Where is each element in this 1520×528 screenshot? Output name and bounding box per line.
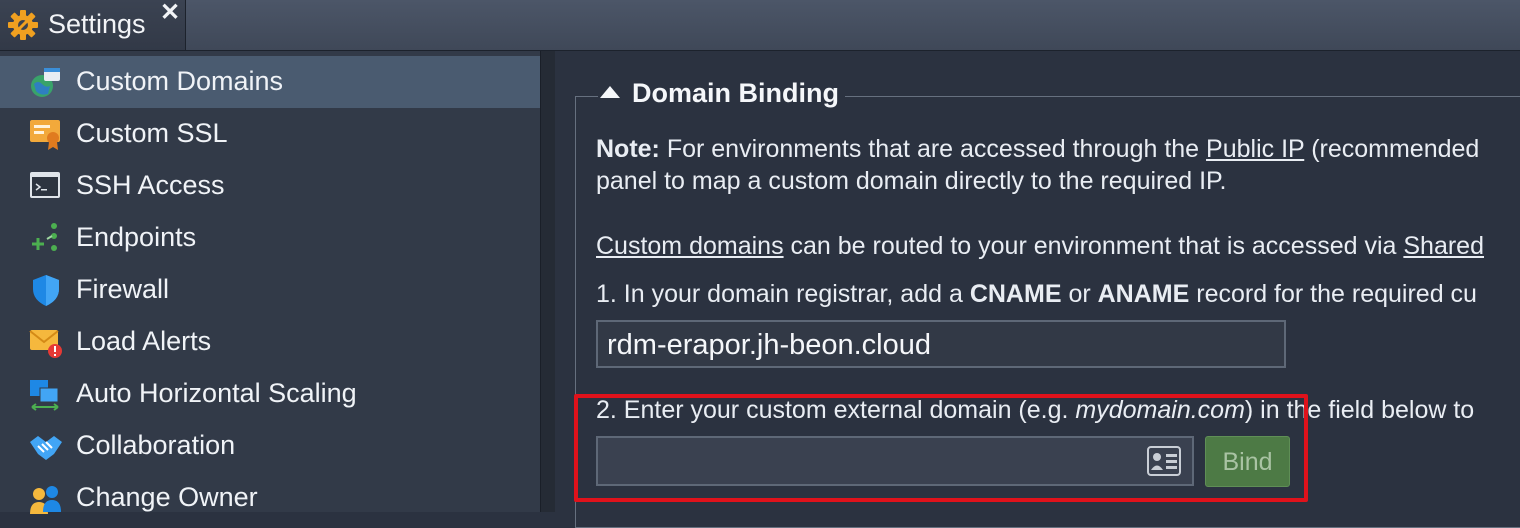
sidebar-item-label: Change Owner: [76, 482, 258, 512]
sidebar-item-custom-domains[interactable]: Custom Domains: [0, 56, 540, 108]
sidebar-item-firewall[interactable]: Firewall: [0, 264, 540, 316]
sidebar-item-custom-ssl[interactable]: Custom SSL: [0, 108, 540, 160]
note-line-2: panel to map a custom domain directly to…: [596, 167, 1227, 195]
sidebar-item-label: Auto Horizontal Scaling: [76, 378, 357, 408]
users-icon: [30, 486, 61, 514]
terminal-icon: [30, 172, 60, 198]
gear-icon: [8, 10, 38, 40]
tab-settings[interactable]: Settings ✕: [0, 0, 186, 50]
sidebar-item-label: Firewall: [76, 274, 170, 304]
tab-title: Settings: [48, 9, 146, 39]
globe-domain-icon: [31, 68, 60, 97]
cname-value-field[interactable]: rdm-erapor.jh-beon.cloud: [596, 320, 1286, 368]
collapse-triangle-icon[interactable]: [600, 86, 620, 98]
handshake-icon: [30, 436, 62, 460]
sidebar-item-auto-horizontal-scaling[interactable]: Auto Horizontal Scaling: [0, 368, 540, 420]
sidebar-scroll-track[interactable]: [540, 51, 555, 512]
shield-icon: [33, 275, 59, 306]
section-title[interactable]: Domain Binding: [598, 78, 845, 114]
certificate-icon: [30, 120, 60, 150]
sidebar-item-label: Custom Domains: [76, 66, 284, 96]
sidebar-item-label: Load Alerts: [76, 326, 212, 356]
custom-domains-link[interactable]: Custom domains: [596, 232, 784, 260]
scaling-icon: [30, 380, 59, 411]
sidebar: Custom Domains Custom SSL SSH Access End…: [0, 51, 540, 514]
note-line-1: Note: For environments that are accessed…: [596, 135, 1480, 163]
sidebar-item-label: Custom SSL: [76, 118, 228, 148]
public-ip-link[interactable]: Public IP: [1206, 135, 1304, 163]
alert-envelope-icon: [29, 330, 62, 358]
highlight-box: [574, 394, 1308, 502]
shared-load-balancer-link[interactable]: Shared: [1403, 232, 1484, 260]
sidebar-item-change-owner[interactable]: Change Owner: [0, 472, 540, 524]
sidebar-item-label: Collaboration: [76, 430, 236, 460]
custom-domains-text: Custom domains can be routed to your env…: [596, 232, 1484, 260]
tab-bar: Settings ✕: [0, 0, 1520, 51]
close-icon[interactable]: ✕: [160, 1, 180, 25]
sidebar-item-label: SSH Access: [76, 170, 225, 200]
step-1-text: 1. In your domain registrar, add a CNAME…: [596, 280, 1477, 308]
sidebar-item-label: Endpoints: [76, 222, 197, 252]
sidebar-item-endpoints[interactable]: Endpoints: [0, 212, 540, 264]
sidebar-item-load-alerts[interactable]: Load Alerts: [0, 316, 540, 368]
sidebar-item-collaboration[interactable]: Collaboration: [0, 420, 540, 472]
endpoints-icon: [32, 223, 57, 251]
sidebar-item-ssh-access[interactable]: SSH Access: [0, 160, 540, 212]
